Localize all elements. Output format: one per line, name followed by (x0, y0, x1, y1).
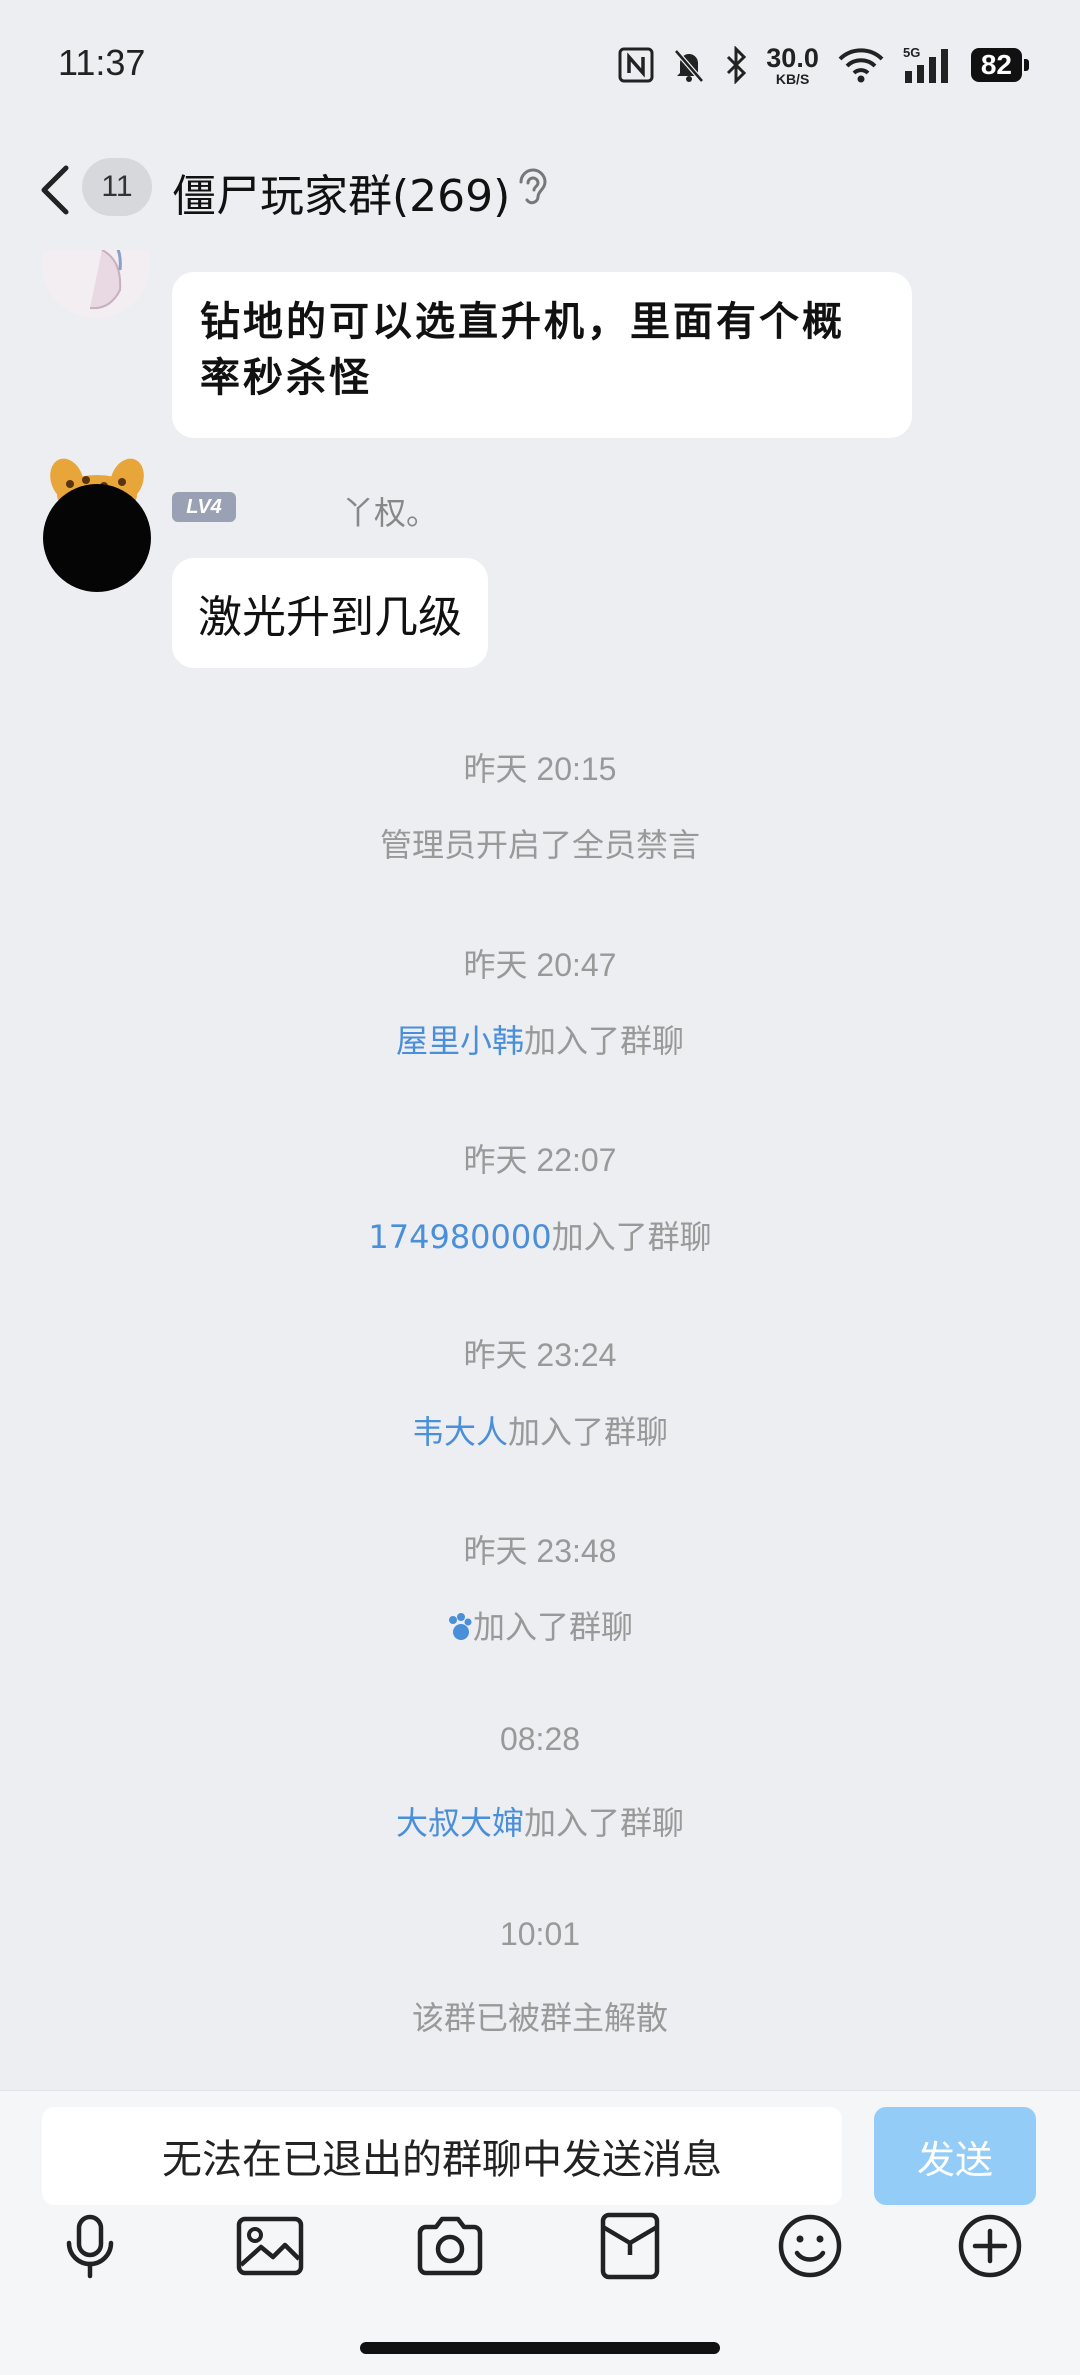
system-message: 加入了群聊 (0, 1602, 1080, 1648)
level-badge: LV4 (172, 492, 236, 522)
avatar[interactable] (42, 450, 152, 595)
status-bar: 11:37 30.0 KB/S 5G 82 (0, 0, 1080, 130)
signal-5g-icon: 5G (903, 45, 948, 83)
message-bubble[interactable]: 钻地的可以选直升机，里面有个概率秒杀怪 (172, 272, 912, 438)
system-message-text: 加入了群聊 (472, 1608, 633, 1646)
back-arrow-icon[interactable] (36, 160, 76, 220)
net-speed-unit: KB/S (775, 70, 810, 87)
mute-bell-icon (674, 49, 705, 83)
system-message: 韦大人加入了群聊 (0, 1407, 1080, 1453)
paw-icon[interactable] (447, 1612, 473, 1642)
system-message: 大叔大婶加入了群聊 (0, 1798, 1080, 1844)
member-name-link[interactable]: 174980000 (368, 1218, 551, 1256)
camera-icon[interactable] (415, 2211, 485, 2281)
status-time: 11:37 (58, 42, 146, 83)
system-message: 174980000加入了群聊 (0, 1212, 1080, 1258)
unread-count-badge[interactable]: 11 (82, 158, 152, 216)
nfc-icon (618, 47, 654, 83)
bluetooth-icon (727, 46, 747, 84)
timestamp: 昨天 20:47 (463, 947, 617, 983)
avatar[interactable] (42, 250, 150, 318)
microphone-icon[interactable] (55, 2211, 125, 2281)
system-message: 屋里小韩加入了群聊 (0, 1016, 1080, 1062)
system-message-text: 加入了群聊 (508, 1413, 669, 1451)
member-name-link[interactable]: 屋里小韩 (396, 1022, 524, 1060)
timestamp: 昨天 23:48 (463, 1533, 617, 1569)
system-message: 管理员开启了全员禁言 (0, 820, 1080, 866)
emoji-icon[interactable] (775, 2211, 845, 2281)
member-name-link[interactable]: 韦大人 (412, 1413, 508, 1451)
system-message-text: 加入了群聊 (551, 1218, 712, 1256)
system-message-text: 该群已被群主解散 (411, 1999, 668, 2037)
net-speed-value: 30.0 (766, 42, 819, 73)
status-icons: 30.0 KB/S 5G 82 (618, 40, 1030, 90)
timestamp: 昨天 20:15 (463, 751, 617, 787)
wifi-icon (838, 48, 884, 83)
send-button[interactable]: 发送 (874, 2107, 1036, 2205)
timestamp: 昨天 22:07 (463, 1142, 617, 1178)
input-bar: 无法在已退出的群聊中发送消息 发送 (0, 2090, 1080, 2375)
message-bubble[interactable]: 激光升到几级 (172, 558, 488, 668)
system-message-text: 管理员开启了全员禁言 (379, 826, 700, 864)
group-title[interactable]: 僵尸玩家群(269) (172, 160, 510, 224)
plus-icon[interactable] (955, 2211, 1025, 2281)
network-type-label: 5G (903, 45, 920, 60)
net-speed: 30.0 KB/S (766, 42, 819, 87)
message-input[interactable]: 无法在已退出的群聊中发送消息 (42, 2107, 842, 2205)
home-indicator[interactable] (360, 2342, 720, 2354)
timestamp: 昨天 23:24 (463, 1337, 617, 1373)
system-message: 该群已被群主解散 (0, 1993, 1080, 2039)
timestamp: 08:28 (499, 1721, 581, 1757)
red-packet-icon[interactable] (595, 2211, 665, 2281)
system-message-text: 加入了群聊 (524, 1022, 685, 1060)
earpiece-mode-icon (519, 168, 547, 205)
battery-indicator: 82 (970, 48, 1030, 82)
system-message-text: 加入了群聊 (524, 1804, 685, 1842)
image-icon[interactable] (235, 2211, 305, 2281)
member-name-link[interactable]: 大叔大婶 (396, 1804, 524, 1842)
chat-message-list[interactable]: 钻地的可以选直升机，里面有个概率秒杀怪 LV4 丫权。 激光升到几级 昨天 20… (0, 250, 1080, 2090)
sender-name[interactable]: 丫权。 (342, 488, 438, 534)
timestamp: 10:01 (499, 1916, 581, 1952)
